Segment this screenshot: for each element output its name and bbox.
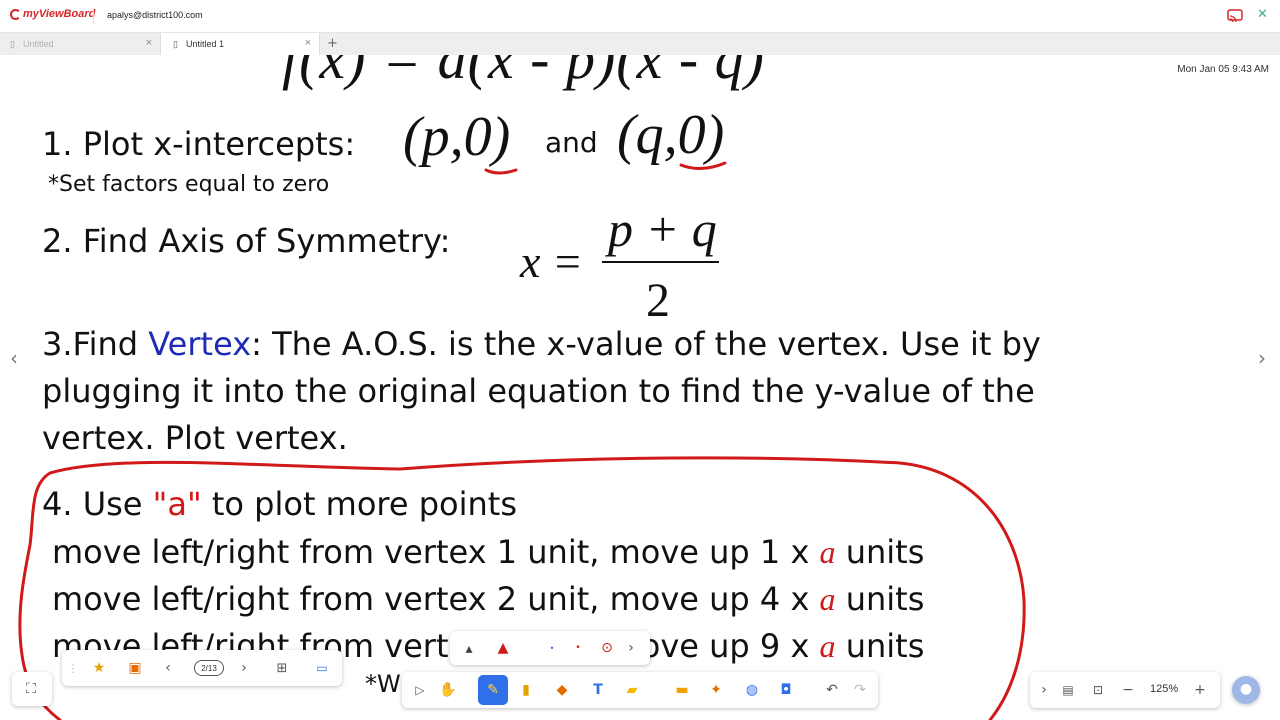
- step-1-heading: 1. Plot x-intercepts:: [42, 125, 356, 163]
- page-indicator[interactable]: 2/13: [194, 660, 224, 676]
- close-icon[interactable]: ✕: [1257, 7, 1268, 22]
- zoom-toolbar: › ▤ ⊡ − +: [1030, 672, 1220, 708]
- step-4-prefix: 4. Use: [42, 485, 153, 523]
- move-tail: units: [835, 533, 925, 571]
- divider: [93, 9, 94, 25]
- map-icon[interactable]: ▤: [1058, 680, 1078, 700]
- step-3-rest: : The A.O.S. is the x-value of the verte…: [251, 325, 1041, 363]
- a-quoted: "a": [152, 485, 202, 523]
- zoom-out-icon[interactable]: −: [1118, 680, 1138, 700]
- step-3-line-3: vertex. Plot vertex.: [42, 419, 348, 457]
- toolbox-icon[interactable]: ✦: [706, 680, 726, 700]
- step-3-line-1: 3.Find Vertex: The A.O.S. is the x-value…: [42, 325, 1041, 363]
- vertex-word: Vertex: [148, 325, 252, 363]
- step-1-note: *Set factors equal to zero: [48, 172, 330, 197]
- formula-top: f(x) = a(x - p)(x - q): [282, 55, 765, 91]
- tab-bar: ▯ Untitled × ▯ Untitled 1 × +: [0, 33, 1280, 55]
- move-tail: units: [835, 580, 925, 618]
- and-text: and: [545, 126, 598, 159]
- new-tab-icon[interactable]: +: [327, 36, 338, 51]
- a-variable: a: [819, 628, 836, 664]
- size-medium-icon[interactable]: •: [570, 639, 586, 657]
- thin-pen-icon[interactable]: ▴: [460, 638, 478, 660]
- previous-page-icon[interactable]: ‹: [10, 346, 18, 370]
- avatar-icon: ●: [1239, 681, 1253, 697]
- screen-capture-button[interactable]: ⛶: [12, 672, 52, 706]
- pen-tool-icon[interactable]: ✎: [478, 675, 508, 705]
- step-2-heading: 2. Find Axis of Symmetry:: [42, 222, 451, 260]
- marker-icon[interactable]: ▲: [494, 637, 512, 659]
- aos-numerator: p + q: [608, 201, 717, 257]
- step-3-line-2: plugging it into the original equation t…: [42, 372, 1035, 410]
- tab-label: Untitled 1: [185, 39, 224, 49]
- fit-screen-icon[interactable]: ⊡: [1088, 680, 1108, 700]
- logo-mark-icon: [10, 8, 21, 20]
- a-variable: a: [819, 581, 836, 617]
- expand-icon[interactable]: ›: [1036, 680, 1052, 700]
- footer-partial-text: *W: [365, 670, 401, 698]
- text-tool-icon[interactable]: T: [588, 680, 608, 700]
- move-tail: units: [835, 627, 925, 665]
- folder-icon[interactable]: ▬: [672, 680, 692, 700]
- select-arrow-icon[interactable]: ▷: [410, 680, 430, 700]
- close-tab-icon[interactable]: ×: [305, 37, 311, 49]
- next-page-icon[interactable]: ›: [236, 659, 252, 677]
- drag-handle-icon[interactable]: ⋮: [68, 660, 79, 676]
- more-options-icon[interactable]: ›: [624, 639, 638, 657]
- point-p: (p,0): [403, 106, 511, 168]
- main-toolbar: ▷ ✋ ✎ ▮ ◆ T ▰ ▬ ✦ ◍ ◘ ↶ ↷: [402, 672, 878, 708]
- datetime: Mon Jan 05 9:43 AM: [1177, 64, 1269, 75]
- whiteboard-canvas[interactable]: f(x) = a(x - p)(x - q) 1. Plot x-interce…: [0, 55, 1280, 720]
- keyboard-icon[interactable]: ▭: [312, 658, 332, 678]
- tab-untitled[interactable]: ▯ Untitled ×: [0, 33, 160, 55]
- document-icon: ▯: [10, 38, 15, 49]
- app-logo[interactable]: myViewBoard: [10, 8, 95, 20]
- move-line-1: move left/right from vertex 1 unit, move…: [52, 533, 924, 571]
- underline-ink: [484, 168, 518, 175]
- clipboard-icon[interactable]: ▣: [124, 658, 146, 678]
- pen-options-bar: ▴ ▲ • • ⊙ ›: [450, 631, 650, 665]
- a-variable: a: [819, 534, 836, 570]
- document-icon: ▯: [173, 38, 178, 49]
- step-3-prefix: 3.Find: [42, 325, 149, 363]
- sticky-note-icon[interactable]: ▰: [622, 680, 642, 700]
- eraser-icon[interactable]: ▮: [516, 680, 536, 700]
- next-page-icon[interactable]: ›: [1258, 346, 1266, 370]
- title-bar: myViewBoard apalys@district100.com ✕: [0, 0, 1280, 33]
- move-line-2: move left/right from vertex 2 unit, move…: [52, 580, 924, 618]
- move-text: move left/right from vertex 2 unit, move…: [52, 580, 820, 618]
- tab-untitled-1[interactable]: ▯ Untitled 1 ×: [160, 33, 320, 55]
- screenshot-icon[interactable]: ◘: [776, 680, 796, 700]
- aos-lhs: x =: [520, 236, 583, 287]
- zoom-in-icon[interactable]: +: [1190, 680, 1210, 700]
- move-text: move left/right from vertex 1 unit, move…: [52, 533, 820, 571]
- fraction-bar: [602, 261, 719, 263]
- zoom-level[interactable]: 125%: [1150, 683, 1178, 695]
- shapes-icon[interactable]: ◆: [552, 680, 572, 700]
- point-q: (q,0): [617, 104, 725, 166]
- logo-text: myViewBoard: [23, 8, 96, 20]
- globe-icon[interactable]: ◍: [742, 680, 762, 700]
- undo-icon[interactable]: ↶: [822, 680, 842, 700]
- close-tab-icon[interactable]: ×: [146, 37, 152, 49]
- redo-icon[interactable]: ↷: [850, 680, 870, 700]
- add-page-icon[interactable]: ⊞: [272, 658, 292, 678]
- aos-denominator: 2: [646, 274, 670, 327]
- step-4-heading: 4. Use "a" to plot more points: [42, 485, 517, 523]
- account-email[interactable]: apalys@district100.com: [107, 10, 203, 20]
- user-avatar[interactable]: ●: [1232, 676, 1260, 704]
- size-large-icon[interactable]: ⊙: [596, 637, 618, 659]
- tab-label: Untitled: [22, 39, 54, 49]
- cast-icon[interactable]: [1227, 9, 1243, 23]
- step-4-rest: to plot more points: [201, 485, 518, 523]
- hand-pan-icon[interactable]: ✋: [438, 680, 458, 700]
- capture-icon: ⛶: [26, 681, 36, 697]
- prev-page-icon[interactable]: ‹: [160, 659, 176, 677]
- size-small-icon[interactable]: •: [544, 639, 560, 657]
- bookmark-star-icon[interactable]: ★: [88, 658, 110, 678]
